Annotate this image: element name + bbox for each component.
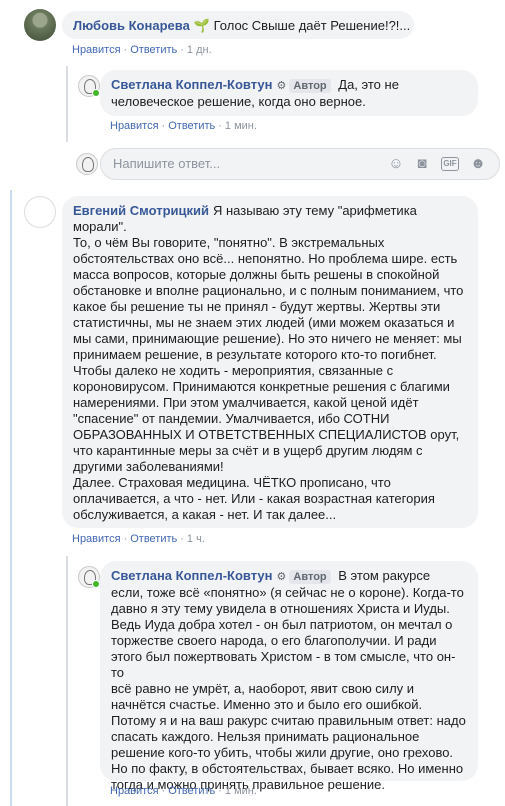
- camera-icon[interactable]: ◙: [413, 155, 431, 173]
- reply-input-box[interactable]: ☺ ◙ GIF ☻: [100, 148, 500, 180]
- comment-actions: Нравится · Ответить · 1 дн.: [72, 44, 212, 56]
- comment-author[interactable]: Любовь Конарева: [73, 18, 190, 33]
- comment-text: человеческое решение, когда оно верное.: [111, 94, 366, 109]
- reply-link[interactable]: Ответить: [130, 44, 177, 56]
- comment-bubble: Любовь Конарева 🌱 Голос Свыше даёт Решени…: [62, 11, 414, 39]
- comment-text: обстоятельствах оно всё... непонятно. Но…: [73, 251, 458, 266]
- comment-text: оплачивается, а что - нет. Или - какая в…: [73, 491, 435, 506]
- timestamp[interactable]: 1 дн.: [187, 44, 212, 56]
- comment-text: другими заболеваниями!: [73, 459, 224, 474]
- avatar[interactable]: [24, 196, 56, 228]
- gear-icon: ⚙: [276, 571, 287, 583]
- timestamp[interactable]: 1 ч.: [187, 533, 205, 545]
- comment-bubble: Евгений Смотрицкий Я называю эту тему "ар…: [62, 196, 478, 528]
- comment-text: Ведь Иуда добра хотел - он был патриотом…: [111, 617, 453, 632]
- reply-thread-line: [66, 556, 68, 806]
- comment-text: Я называю эту тему "арифметика: [213, 203, 417, 218]
- online-indicator: [92, 580, 100, 588]
- comment-bubble: Светлана Коппел-Ковтун ⚙ Автор В этом раку…: [100, 561, 478, 792]
- comment-text: "спасение" от пандемии. Умалчивается, иб…: [73, 411, 390, 426]
- gif-icon[interactable]: GIF: [441, 157, 459, 171]
- reply-link[interactable]: Ответить: [168, 120, 215, 132]
- comment-text: что карантинные меры за счёт и в ущерб д…: [73, 443, 423, 458]
- comment-text: мы сами, принимающие решение). Но это ни…: [73, 331, 462, 346]
- emoji-icon[interactable]: ☺: [387, 155, 405, 173]
- comment-text: Чтобы далеко не ходить - мероприятия, св…: [73, 363, 394, 378]
- comment-author[interactable]: Светлана Коппел-Ковтун: [111, 568, 273, 583]
- like-link[interactable]: Нравится: [72, 533, 121, 545]
- online-indicator: [92, 89, 100, 97]
- avatar[interactable]: [24, 9, 56, 41]
- reply-link[interactable]: Ответить: [130, 533, 177, 545]
- reply-link[interactable]: Ответить: [168, 785, 215, 797]
- author-badge: Автор: [289, 570, 331, 584]
- timestamp[interactable]: 1 мин.: [225, 120, 257, 132]
- sticker-icon[interactable]: ☻: [469, 155, 487, 173]
- like-link[interactable]: Нравится: [72, 44, 121, 56]
- comment-text: морали".: [73, 219, 127, 234]
- comment-text: 🌱 Голос Свыше даёт Решение!?!...: [193, 18, 411, 33]
- comment-text: Да, это не: [338, 77, 399, 92]
- thread-line: [10, 190, 12, 806]
- timestamp[interactable]: 1 мин.: [225, 785, 257, 797]
- comment-text: ОБРАЗОВАННЫХ И ОТВЕТСТВЕННЫХ СПЕЦИАЛИСТО…: [73, 427, 460, 442]
- avatar: [76, 153, 98, 175]
- author-badge: Автор: [289, 79, 331, 93]
- comment-text: начнётся счастье. Именно это и было его …: [111, 697, 423, 712]
- comment-text: решение кого-то убить, чтобы жили другие…: [111, 745, 454, 760]
- comment-text: Но по факту, в обстоятельствах, бывает в…: [111, 761, 464, 776]
- comment-text: если, тоже всё «понятно» (я сейчас не о …: [111, 585, 464, 600]
- comment-text: То, о чём Вы говорите, "понятно". В экст…: [73, 235, 385, 250]
- comment-text: обстановке и вполне рационально, и с пол…: [73, 283, 464, 298]
- comment-bubble: Светлана Коппел-Ковтун ⚙ Автор Да, это не ч…: [100, 70, 478, 116]
- comment-text: короновирусом. Принимаются конкретные ре…: [73, 379, 450, 394]
- reply-thread-line: [66, 66, 68, 142]
- comment-text: масса вопросов, которые должны быть реше…: [73, 267, 440, 282]
- comment-text: В этом ракурсе: [338, 568, 431, 583]
- comment-text: намерениями. При этом умалчивается, како…: [73, 395, 419, 410]
- comment-text: торжестве своего народа, о его благополу…: [111, 633, 437, 648]
- like-link[interactable]: Нравится: [110, 785, 159, 797]
- comment-text: этого был пожертвовать Христом - в том с…: [111, 649, 456, 680]
- reply-input[interactable]: [113, 156, 363, 171]
- comment-text: Потому я и на ваш ракурс считаю правильн…: [111, 713, 466, 728]
- comment-text: принимаем решение, в результате которого…: [73, 347, 437, 362]
- comment-text: Далее. Страховая медицина. ЧЁТКО прописа…: [73, 475, 391, 490]
- comment-text: статистичны, мы не знаем этих людей (ими…: [73, 315, 455, 330]
- comment-text: обслуживается, а какая - нет. И так дале…: [73, 507, 337, 522]
- comment-actions: Нравится · Ответить · 1 ч.: [72, 533, 205, 545]
- gear-icon: ⚙: [276, 80, 287, 92]
- comment-author[interactable]: Светлана Коппел-Ковтун: [111, 77, 273, 92]
- comment-actions: Нравится · Ответить · 1 мин.: [110, 785, 257, 797]
- comment-text: всё равно не умрёт, а, наоборот, явит св…: [111, 681, 415, 696]
- like-link[interactable]: Нравится: [110, 120, 159, 132]
- comment-text: какое бы решение ты не принял - будут же…: [73, 299, 441, 314]
- comment-actions: Нравится · Ответить · 1 мин.: [110, 120, 257, 132]
- comment-text: спасать каждого. Нельзя принимать рацион…: [111, 729, 420, 744]
- comment-text: давно я эту тему увидела в отношениях Хр…: [111, 601, 450, 616]
- comment-author[interactable]: Евгений Смотрицкий: [73, 203, 209, 218]
